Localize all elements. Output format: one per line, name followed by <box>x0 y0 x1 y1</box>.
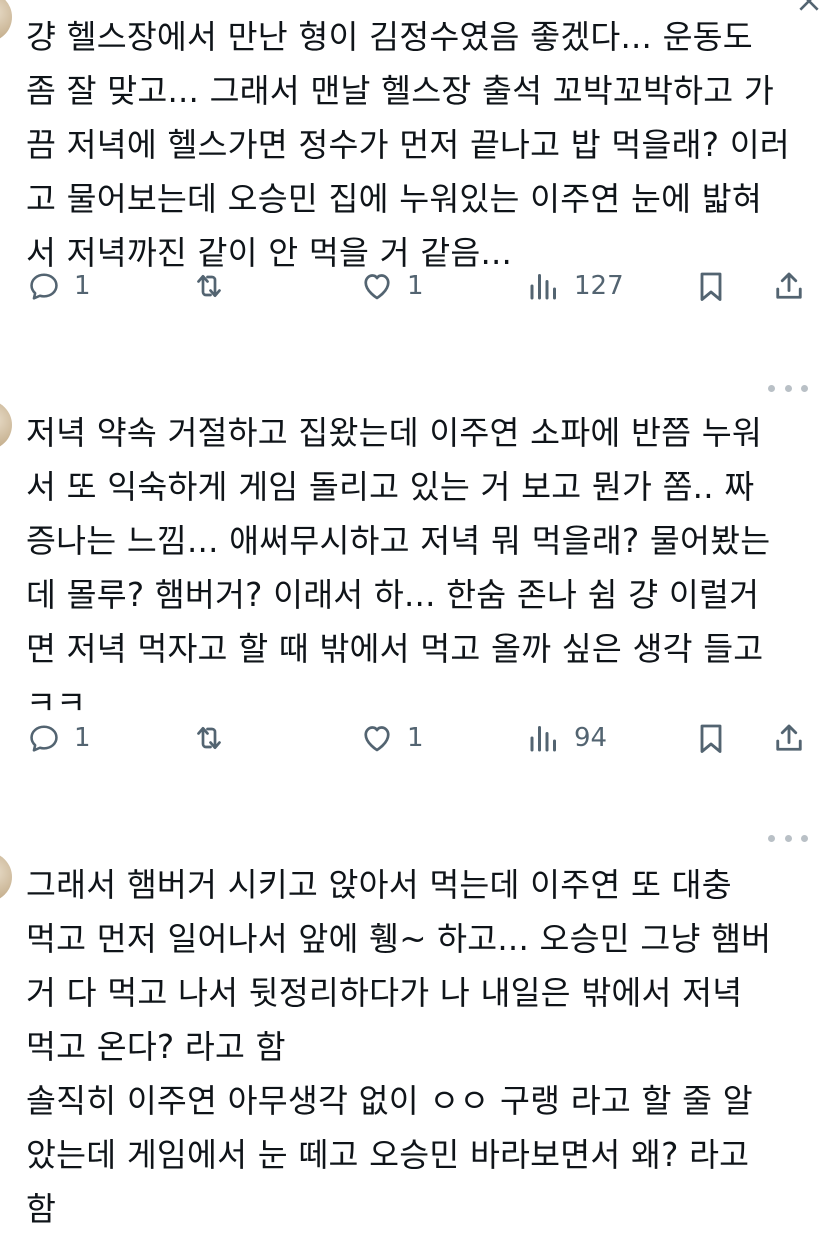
bar-chart-icon <box>530 726 556 752</box>
like-count: 1 <box>407 271 424 301</box>
views-button[interactable]: 94 <box>526 716 607 760</box>
more-dots-icon[interactable] <box>768 382 808 394</box>
reply-button[interactable]: 1 <box>26 264 91 308</box>
avatar[interactable] <box>0 0 12 42</box>
share-upload-icon <box>776 272 802 299</box>
avatar[interactable] <box>0 852 12 902</box>
reply-count: 1 <box>74 271 91 301</box>
reply-button[interactable]: 1 <box>26 716 91 760</box>
share-upload-icon <box>776 724 802 751</box>
retweet-button[interactable] <box>191 716 227 760</box>
share-button[interactable] <box>771 716 807 760</box>
retweet-button[interactable] <box>191 264 227 308</box>
like-button[interactable]: 1 <box>359 264 424 308</box>
tweet-text: 저녁 약속 거절하고 집왔는데 이주연 소파에 반쯤 누워 서 또 익숙하게 게… <box>26 414 771 722</box>
heart-icon <box>364 274 390 300</box>
like-count: 1 <box>407 723 424 753</box>
reply-count: 1 <box>74 723 91 753</box>
share-button[interactable] <box>771 264 807 308</box>
avatar[interactable] <box>0 400 12 450</box>
views-count: 127 <box>574 271 624 301</box>
tweet-text: 그래서 햄버거 시키고 앉아서 먹는데 이주연 또 대충 먹고 먼저 일어나서 … <box>26 866 772 1228</box>
heart-icon <box>364 726 390 752</box>
tweet-actions: 1 1 94 <box>26 716 816 760</box>
tweet-text: 걍 헬스장에서 만난 형이 김정수였음 좋겠다... 운동도 좀 잘 맞고...… <box>26 18 790 272</box>
bookmark-button[interactable] <box>693 716 729 760</box>
speech-bubble-icon <box>30 273 58 300</box>
bookmark-button[interactable] <box>693 264 729 308</box>
retweet-arrows-icon <box>197 274 221 298</box>
tweet-actions: 1 1 127 <box>26 264 816 308</box>
bookmark-icon <box>700 724 722 753</box>
bar-chart-icon <box>530 274 556 300</box>
more-dots-icon[interactable] <box>768 832 808 844</box>
speech-bubble-icon <box>30 725 58 752</box>
retweet-arrows-icon <box>197 726 221 750</box>
like-button[interactable]: 1 <box>359 716 424 760</box>
bookmark-icon <box>700 272 722 301</box>
views-count: 94 <box>574 723 608 753</box>
views-button[interactable]: 127 <box>526 264 624 308</box>
